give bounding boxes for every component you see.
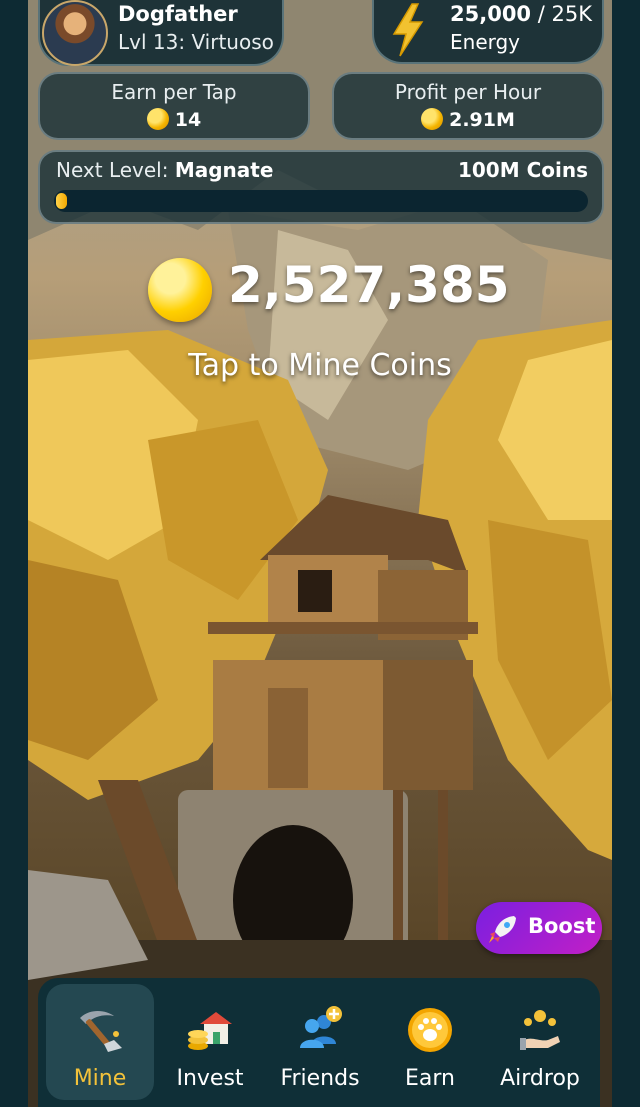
dog-avatar[interactable] — [42, 0, 108, 66]
profile-name: Dogfather — [118, 2, 238, 26]
coin-icon — [421, 108, 444, 130]
nav-invest[interactable]: Invest — [156, 984, 264, 1100]
earn-per-tap-amount: 14 — [174, 109, 202, 131]
tap-hint: Tap to Mine Coins — [188, 348, 452, 383]
add-friends-icon — [294, 1004, 346, 1056]
profit-per-hour-amount: 2.91M — [449, 109, 515, 131]
level-progress-bar — [54, 190, 588, 212]
house-coins-icon — [184, 1004, 236, 1056]
nav-label: Earn — [405, 1066, 455, 1091]
rocket-icon — [486, 912, 520, 946]
next-level-prefix: Next Level: — [56, 158, 169, 182]
profit-per-hour-value: 2.91M — [334, 108, 602, 131]
nav-label: Mine — [73, 1066, 127, 1091]
nav-earn[interactable]: Earn — [376, 984, 484, 1100]
nav-friends[interactable]: Friends — [266, 984, 374, 1100]
next-level-goal: 100M Coins — [457, 158, 588, 182]
nav-mine[interactable]: Mine — [46, 984, 154, 1100]
nav-airdrop[interactable]: Airdrop — [486, 984, 594, 1100]
lightning-icon — [388, 2, 428, 58]
profit-per-hour-title: Profit per Hour — [394, 80, 542, 104]
boost-label: Boost — [528, 914, 596, 938]
earn-per-tap-card: Earn per Tap 14 — [38, 72, 310, 140]
bottom-navigation: Mine Invest Friends Earn Airdrop — [38, 978, 600, 1107]
level-progress-fill — [56, 193, 67, 209]
earn-per-tap-title: Earn per Tap — [111, 80, 237, 104]
pickaxe-icon — [74, 1004, 126, 1056]
coin-balance: 2,527,385 — [228, 256, 510, 314]
profile-pill[interactable]: Dogfather Lvl 13: Virtuoso — [38, 0, 284, 66]
profile-level: Lvl 13: Virtuoso — [118, 30, 274, 54]
energy-pill[interactable]: 25,000 / 25K Energy — [372, 0, 604, 64]
energy-amount: 25,000 / 25K — [450, 2, 592, 26]
next-level-text: Next Level: Magnate — [56, 158, 273, 182]
coin-icon — [148, 258, 212, 322]
boost-button[interactable]: Boost — [476, 902, 602, 954]
earn-per-tap-value: 14 — [40, 108, 308, 131]
nav-label: Invest — [176, 1066, 244, 1091]
energy-separator: / — [537, 2, 545, 26]
nav-label: Friends — [280, 1066, 360, 1091]
energy-max: 25K — [551, 2, 593, 26]
energy-current: 25,000 — [450, 2, 532, 26]
profit-per-hour-card: Profit per Hour 2.91M — [332, 72, 604, 140]
nav-label: Airdrop — [500, 1066, 580, 1091]
next-level-name: Magnate — [174, 158, 274, 182]
coin-icon — [146, 108, 169, 130]
airdrop-coins-icon — [514, 1004, 566, 1056]
energy-label: Energy — [450, 30, 521, 54]
level-progress-card[interactable]: Next Level: Magnate 100M Coins — [38, 150, 604, 224]
paw-coin-icon — [404, 1004, 456, 1056]
